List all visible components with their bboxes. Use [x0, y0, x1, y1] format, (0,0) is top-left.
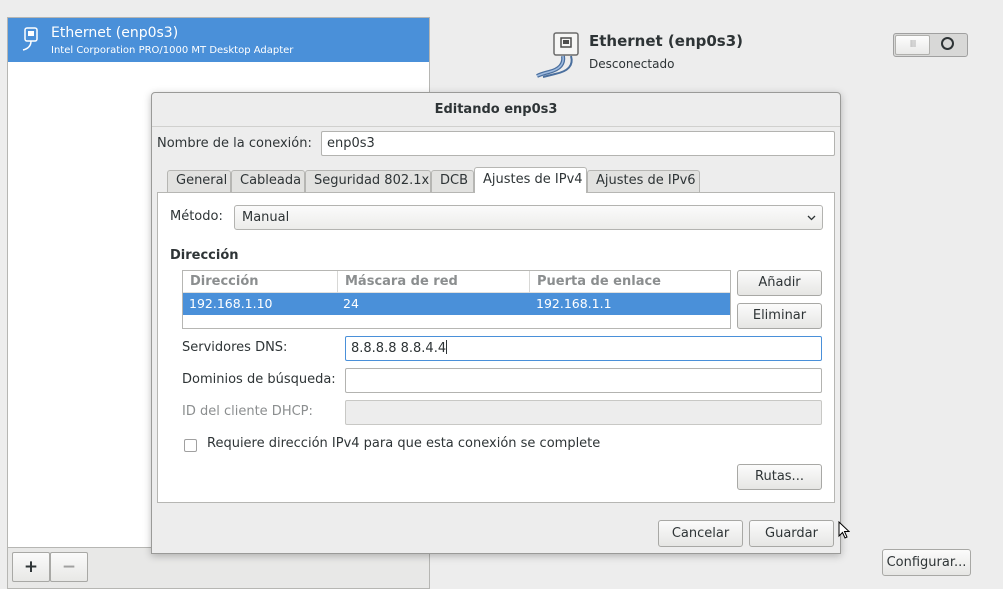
add-connection-button[interactable]: + — [12, 552, 50, 582]
ethernet-cable-icon — [536, 32, 579, 78]
toggle-off-icon — [941, 37, 954, 50]
method-label: Método: — [170, 209, 223, 224]
tab-ipv6-settings[interactable]: Ajustes de IPv6 — [587, 170, 700, 192]
column-header-gateway[interactable]: Puerta de enlace — [530, 271, 730, 293]
cell-address: 192.168.1.10 — [189, 296, 273, 311]
dhcp-client-id-label: ID del cliente DHCP: — [182, 404, 313, 419]
connection-name-label: Nombre de la conexión: — [157, 136, 312, 151]
method-selected-value: Manual — [242, 210, 290, 225]
tab-8021x-security[interactable]: Seguridad 802.1x — [305, 170, 431, 192]
tab-ipv4-settings[interactable]: Ajustes de IPv4 — [474, 167, 587, 193]
device-power-toggle[interactable]: III — [893, 33, 968, 57]
connection-subtitle: Intel Corporation PRO/1000 MT Desktop Ad… — [51, 45, 294, 56]
dialog-title: Editando enp0s3 — [152, 93, 840, 127]
cell-netmask: 24 — [343, 296, 359, 311]
dns-servers-input[interactable]: 8.8.8.8 8.8.4.4 — [345, 336, 822, 361]
column-header-address[interactable]: Dirección — [183, 271, 338, 293]
require-ipv4-checkbox[interactable] — [184, 439, 197, 452]
ipv4-settings-panel: Método: Manual Dirección Dirección Másca… — [157, 192, 835, 503]
dns-servers-value: 8.8.8.8 8.8.4.4 — [351, 341, 447, 356]
delete-address-button[interactable]: Eliminar — [737, 303, 822, 329]
search-domains-input[interactable] — [345, 368, 822, 393]
table-row[interactable]: 192.168.1.10 24 192.168.1.1 — [183, 293, 730, 315]
save-button[interactable]: Guardar — [749, 520, 834, 547]
device-title: Ethernet (enp0s3) — [589, 32, 744, 50]
connection-title: Ethernet (enp0s3) — [51, 25, 179, 41]
chevron-down-icon — [807, 215, 816, 221]
edit-connection-dialog: Editando enp0s3 Nombre de la conexión: e… — [151, 92, 841, 554]
tab-dcb[interactable]: DCB — [431, 170, 474, 192]
device-status: Desconectado — [589, 57, 675, 71]
text-cursor — [446, 340, 448, 354]
address-section-label: Dirección — [170, 248, 239, 263]
dns-servers-label: Servidores DNS: — [182, 340, 288, 355]
method-select[interactable]: Manual — [234, 205, 823, 230]
remove-connection-button[interactable]: − — [50, 552, 88, 582]
connection-item-enp0s3[interactable]: Ethernet (enp0s3) Intel Corporation PRO/… — [8, 18, 429, 62]
tab-wired[interactable]: Cableada — [231, 170, 305, 192]
connection-name-input[interactable]: enp0s3 — [321, 131, 835, 156]
mouse-pointer-icon — [838, 521, 850, 539]
configure-button[interactable]: Configurar... — [882, 549, 971, 576]
tab-general[interactable]: General — [167, 170, 231, 192]
require-ipv4-label[interactable]: Requiere dirección IPv4 para que esta co… — [207, 436, 600, 451]
ethernet-plug-icon — [22, 27, 38, 51]
toggle-on-mark: III — [895, 35, 930, 55]
routes-button[interactable]: Rutas... — [737, 464, 822, 490]
add-address-button[interactable]: Añadir — [737, 270, 822, 296]
cancel-button[interactable]: Cancelar — [658, 520, 743, 547]
search-domains-label: Dominios de búsqueda: — [182, 372, 336, 387]
connection-list-toolbar: + − — [7, 548, 430, 589]
address-table: Dirección Máscara de red Puerta de enlac… — [182, 270, 731, 329]
dhcp-client-id-input[interactable] — [345, 400, 822, 425]
cell-gateway: 192.168.1.1 — [536, 296, 612, 311]
column-header-netmask[interactable]: Máscara de red — [338, 271, 530, 293]
